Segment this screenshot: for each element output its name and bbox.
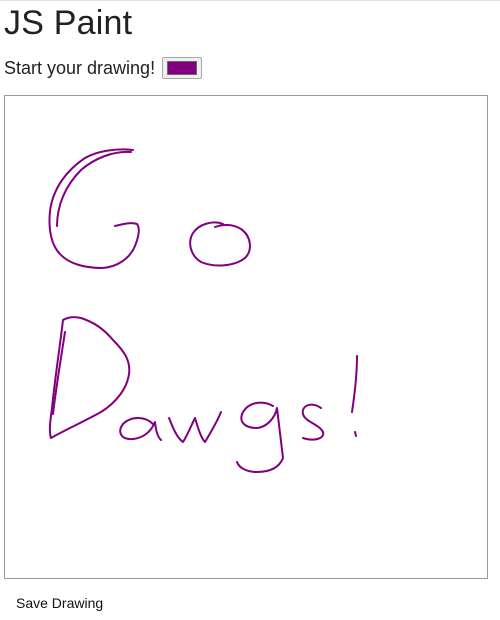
stroke-letter-g-inner	[56, 150, 132, 227]
drawing-prompt: Start your drawing!	[4, 57, 156, 78]
stroke-letter-g-lower	[236, 401, 284, 473]
stroke-letter-w	[168, 411, 222, 443]
drawing-strokes	[48, 148, 358, 473]
drawing-canvas[interactable]	[4, 95, 488, 579]
stroke-letter-o	[189, 221, 251, 267]
stroke-letter-g	[48, 148, 140, 269]
stroke-letter-a	[119, 417, 162, 441]
save-drawing-button[interactable]: Save Drawing	[16, 595, 103, 611]
color-picker-input[interactable]	[162, 57, 203, 79]
stroke-exclamation-bar	[351, 355, 358, 413]
stroke-letter-s	[301, 403, 325, 441]
stroke-exclamation-dot	[354, 431, 357, 437]
color-swatch	[167, 61, 198, 75]
toolbar: Start your drawing!	[4, 56, 203, 80]
stroke-letter-d	[48, 316, 131, 439]
page-title: JS Paint	[4, 4, 133, 42]
